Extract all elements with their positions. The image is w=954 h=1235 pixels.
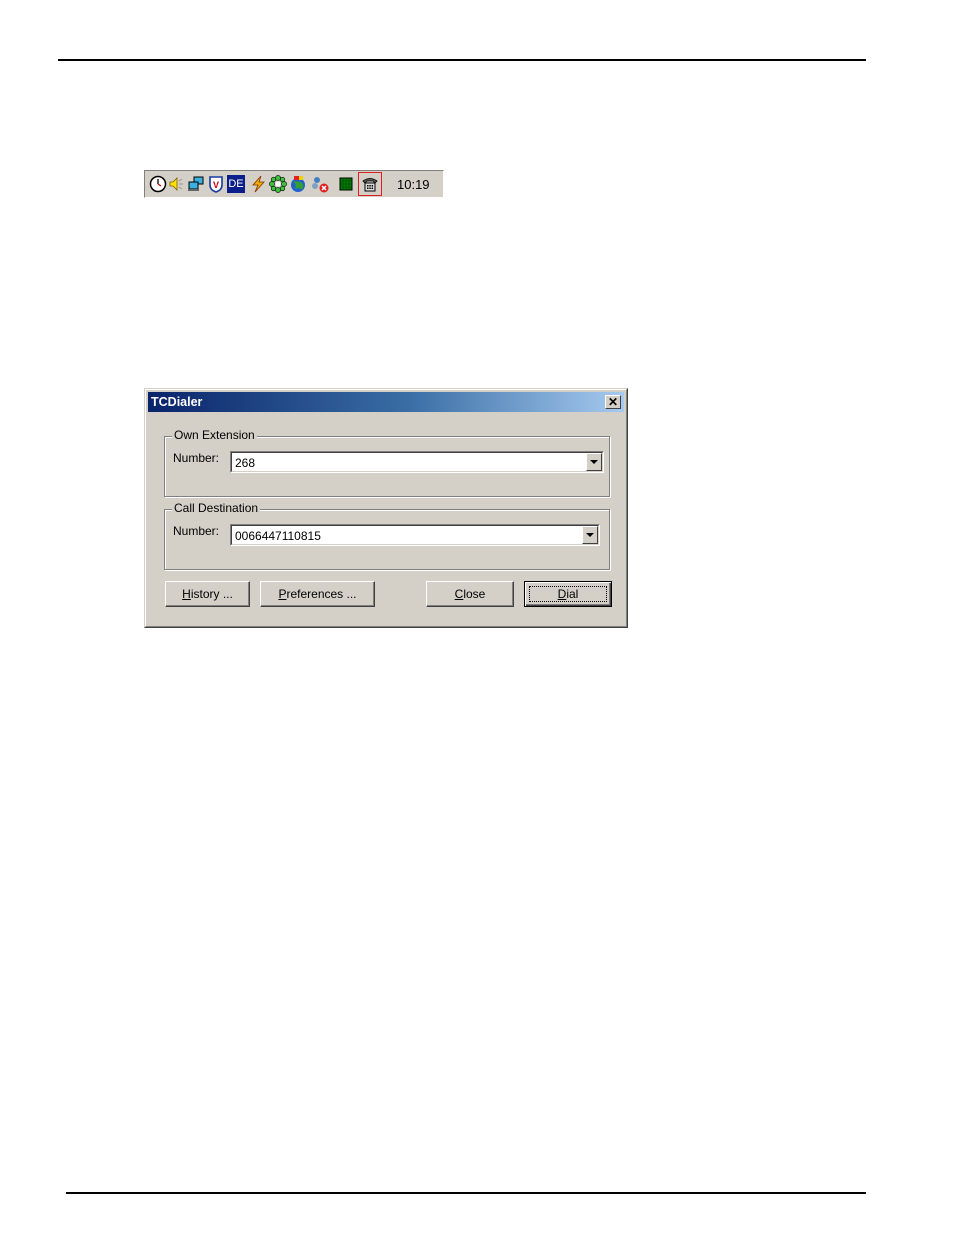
own-extension-number-label: Number: (173, 451, 220, 465)
footer-rule (66, 1192, 866, 1194)
call-destination-number-label: Number: (173, 524, 220, 538)
history-label: istory ... (190, 587, 233, 601)
language-de-icon[interactable]: DE (227, 175, 245, 193)
dialog-title: TCDialer (151, 395, 203, 409)
call-destination-legend: Call Destination (172, 501, 261, 515)
tray-clock[interactable]: 10:19 (397, 177, 430, 192)
antivirus-shield-icon[interactable]: V (207, 175, 225, 193)
meter-icon[interactable] (337, 175, 355, 193)
title-bar[interactable]: TCDialer ✕ (148, 392, 624, 412)
system-tray: V DE 10:19 (144, 170, 444, 198)
own-extension-group: Own Extension Number: 268 (164, 428, 610, 497)
clock-icon[interactable] (149, 175, 167, 193)
preferences-button[interactable]: Preferences ... (260, 581, 375, 607)
close-button[interactable]: Close (426, 581, 514, 607)
telephone-icon[interactable] (361, 175, 379, 193)
chevron-down-icon[interactable] (586, 453, 602, 471)
svg-text:V: V (213, 180, 219, 190)
network-error-icon[interactable] (311, 175, 329, 193)
history-button[interactable]: History ... (165, 581, 250, 607)
preferences-label: references ... (286, 587, 357, 601)
flower-icon[interactable] (269, 175, 287, 193)
dial-label: ial (566, 587, 579, 601)
tcdialer-dialog: TCDialer ✕ Own Extension Number: 268 Cal… (144, 388, 628, 628)
dial-button[interactable]: Dial (524, 581, 612, 607)
history-accelerator: H (182, 587, 191, 601)
speaker-icon[interactable] (167, 175, 185, 193)
globe-icon[interactable] (289, 175, 307, 193)
own-extension-number-value[interactable]: 268 (235, 456, 255, 470)
call-destination-group: Call Destination Number: 0066447110815 (164, 501, 610, 570)
close-label: lose (463, 587, 486, 601)
call-destination-number-value[interactable]: 0066447110815 (235, 529, 321, 543)
call-destination-number-combobox[interactable]: 0066447110815 (230, 524, 600, 546)
power-icon[interactable] (249, 175, 267, 193)
network-icon[interactable] (187, 175, 205, 193)
close-icon[interactable]: ✕ (605, 395, 621, 409)
own-extension-number-combobox[interactable]: 268 (230, 451, 604, 473)
own-extension-legend: Own Extension (172, 428, 257, 442)
header-rule (58, 59, 866, 61)
chevron-down-icon[interactable] (582, 526, 598, 544)
